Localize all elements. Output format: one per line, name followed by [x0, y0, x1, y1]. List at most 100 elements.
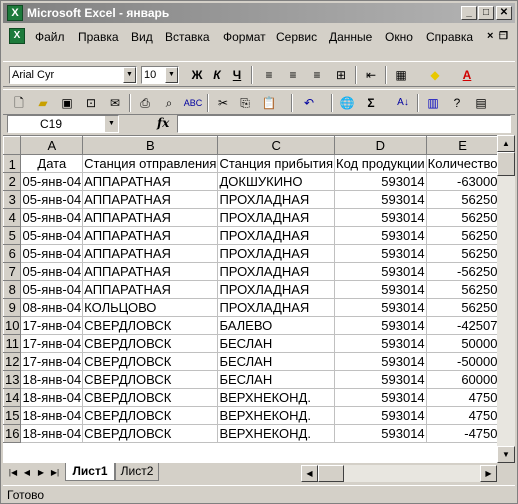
column-header-b[interactable]: B	[82, 136, 219, 155]
cell-code[interactable]: 593014	[334, 298, 427, 317]
cell-date[interactable]: 18-янв-04	[20, 424, 84, 443]
bold-button[interactable]: Ж	[187, 66, 207, 84]
cell-qty[interactable]: 4750	[425, 406, 497, 425]
horizontal-scrollbar[interactable]: ◀ ▶	[301, 465, 497, 482]
cell-code[interactable]: 593014	[334, 208, 427, 227]
cell-from[interactable]: СВЕРДЛОВСК	[82, 316, 219, 335]
row-header[interactable]: 12	[3, 352, 22, 371]
cell-qty[interactable]: -56250	[425, 262, 497, 281]
row-header[interactable]: 10	[3, 316, 22, 335]
formula-input[interactable]	[177, 115, 511, 133]
chevron-down-icon[interactable]: ▼	[105, 116, 118, 132]
next-sheet-icon[interactable]: ▶	[35, 466, 47, 480]
excel-app-icon[interactable]: X	[7, 5, 23, 21]
cell-from[interactable]: СВЕРДЛОВСК	[82, 334, 219, 353]
cell-qty[interactable]: 4750	[425, 388, 497, 407]
cell-from[interactable]: СВЕРДЛОВСК	[82, 406, 219, 425]
cell-to[interactable]: БЕСЛАН	[217, 352, 335, 371]
cell-to[interactable]: ПРОХЛАДНАЯ	[217, 226, 335, 245]
cell-qty[interactable]: 56250	[425, 280, 497, 299]
scroll-thumb[interactable]	[497, 152, 515, 176]
horizontal-scroll-thumb[interactable]	[318, 465, 344, 482]
menu-view[interactable]: Вид	[131, 30, 153, 44]
cell-code[interactable]: 593014	[334, 280, 427, 299]
cell-from[interactable]: АППАРАТНАЯ	[82, 190, 219, 209]
cell-to[interactable]: ПРОХЛАДНАЯ	[217, 208, 335, 227]
cell-date[interactable]: 05-янв-04	[20, 190, 84, 209]
cell-to[interactable]: ПРОХЛАДНАЯ	[217, 190, 335, 209]
menu-file[interactable]: Файл	[35, 30, 65, 44]
cell-from[interactable]: АППАРАТНАЯ	[82, 262, 219, 281]
row-header[interactable]: 3	[3, 190, 22, 209]
last-sheet-icon[interactable]: ▶|	[49, 466, 61, 480]
cell-date[interactable]: 17-янв-04	[20, 316, 84, 335]
cell-from[interactable]: КОЛЬЦОВО	[82, 298, 219, 317]
print-preview-icon[interactable]: ⌕	[159, 94, 179, 112]
cell-qty[interactable]: -4750	[425, 424, 497, 443]
menu-format[interactable]: Формат	[223, 30, 266, 44]
permission-icon[interactable]: ⊡	[81, 94, 101, 112]
font-size-select[interactable]: 10 ▼	[141, 66, 179, 84]
first-sheet-icon[interactable]: |◀	[7, 466, 19, 480]
cell-code[interactable]: 593014	[334, 334, 427, 353]
insert-function-icon[interactable]: fx	[157, 116, 169, 130]
spelling-icon[interactable]: ABC	[183, 94, 203, 112]
cell-code[interactable]: 593014	[334, 352, 427, 371]
scroll-right-icon[interactable]: ▶	[480, 465, 497, 482]
cut-icon[interactable]: ✂	[213, 94, 233, 112]
new-document-icon[interactable]: 🗋	[9, 94, 29, 112]
cell-from[interactable]: АППАРАТНАЯ	[82, 208, 219, 227]
scroll-left-icon[interactable]: ◀	[301, 465, 318, 482]
cell-date[interactable]: 05-янв-04	[20, 244, 84, 263]
cell-qty[interactable]: 60000	[425, 370, 497, 389]
cell-from[interactable]: АППАРАТНАЯ	[82, 280, 219, 299]
header-cell-to[interactable]: Станция прибытия	[217, 154, 335, 173]
cell-qty[interactable]: 56250	[425, 244, 497, 263]
toolbar-options-icon[interactable]: ▤	[471, 94, 491, 112]
doc-restore-button[interactable]: ❐	[499, 31, 508, 42]
merge-center-icon[interactable]: ⊞	[331, 66, 351, 84]
cell-to[interactable]: ПРОХЛАДНАЯ	[217, 262, 335, 281]
cell-to[interactable]: ПРОХЛАДНАЯ	[217, 298, 335, 317]
maximize-button[interactable]: □	[478, 6, 494, 20]
cell-date[interactable]: 05-янв-04	[20, 262, 84, 281]
align-left-icon[interactable]: ≡	[259, 66, 279, 84]
menu-help[interactable]: Справка	[426, 30, 473, 44]
row-header[interactable]: 14	[3, 388, 22, 407]
cell-to[interactable]: ВЕРХНЕКОНД.	[217, 424, 335, 443]
cell-from[interactable]: АППАРАТНАЯ	[82, 172, 219, 191]
menu-tools[interactable]: Сервис	[276, 30, 317, 44]
cell-to[interactable]: БЕСЛАН	[217, 334, 335, 353]
cell-date[interactable]: 05-янв-04	[20, 172, 84, 191]
cell-date[interactable]: 18-янв-04	[20, 406, 84, 425]
chevron-down-icon[interactable]: ▼	[123, 67, 136, 83]
paste-icon[interactable]: 📋	[259, 94, 279, 112]
row-header[interactable]: 8	[3, 280, 22, 299]
close-button[interactable]: ✕	[496, 6, 512, 20]
help-icon[interactable]: ?	[447, 94, 467, 112]
decrease-indent-icon[interactable]: ⇤	[361, 66, 381, 84]
column-header-e[interactable]: E	[425, 136, 497, 155]
italic-button[interactable]: К	[207, 66, 227, 84]
cell-code[interactable]: 593014	[334, 172, 427, 191]
undo-icon[interactable]: ↶	[299, 94, 319, 112]
font-name-select[interactable]: Arial Cyr ▼	[9, 66, 137, 84]
cell-code[interactable]: 593014	[334, 244, 427, 263]
cell-code[interactable]: 593014	[334, 316, 427, 335]
row-header[interactable]: 6	[3, 244, 22, 263]
row-header[interactable]: 13	[3, 370, 22, 389]
menu-data[interactable]: Данные	[329, 30, 372, 44]
cell-code[interactable]: 593014	[334, 370, 427, 389]
cell-date[interactable]: 18-янв-04	[20, 388, 84, 407]
cell-from[interactable]: СВЕРДЛОВСК	[82, 424, 219, 443]
cell-from[interactable]: АППАРАТНАЯ	[82, 226, 219, 245]
menu-insert[interactable]: Вставка	[165, 30, 210, 44]
fill-color-icon[interactable]: ◆	[425, 66, 445, 84]
sheet-tab-1[interactable]: Лист1	[65, 463, 115, 481]
save-icon[interactable]: ▣	[57, 94, 77, 112]
borders-icon[interactable]: ▦	[391, 66, 411, 84]
vertical-scrollbar[interactable]: ▲ ▼	[497, 135, 515, 463]
name-box[interactable]: C19 ▼	[7, 115, 119, 133]
cell-code[interactable]: 593014	[334, 190, 427, 209]
cell-to[interactable]: БАЛЕВО	[217, 316, 335, 335]
